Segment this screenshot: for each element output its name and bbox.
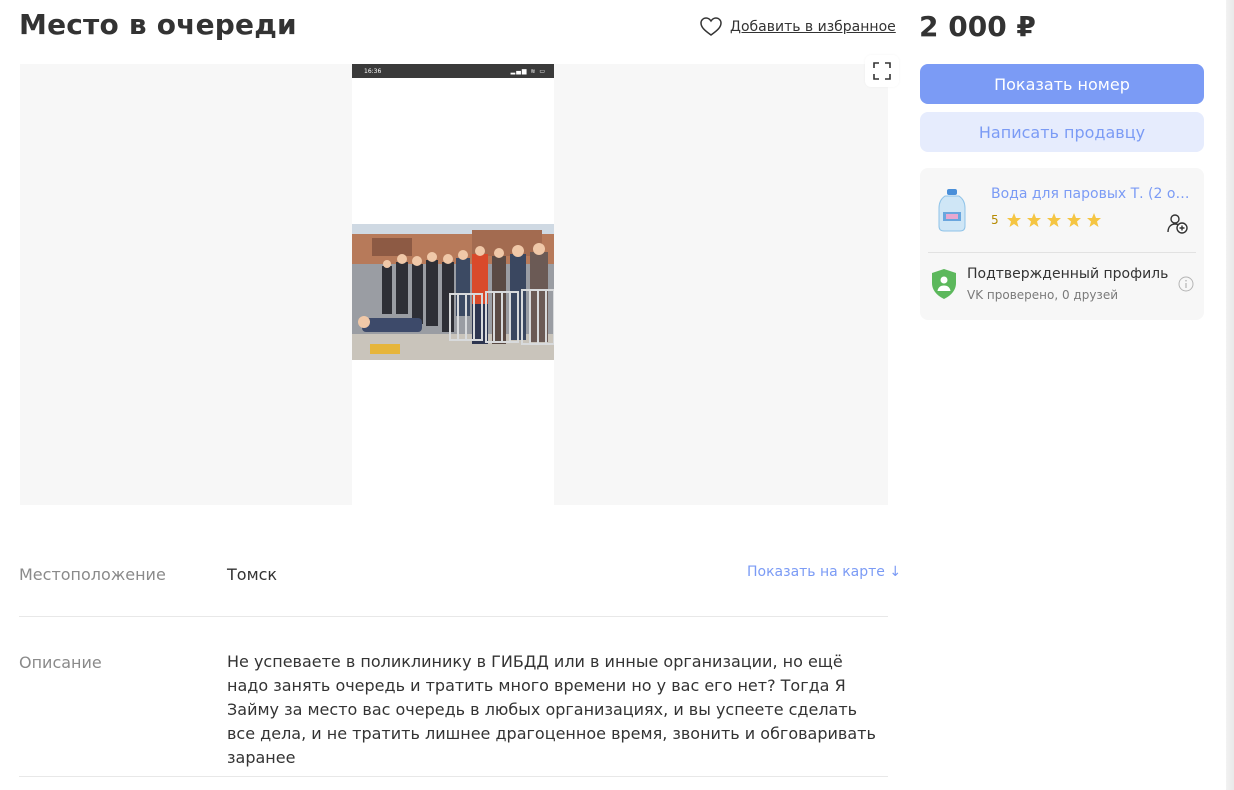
star-icon — [1066, 213, 1081, 227]
seller-card: Вода для паровых Т. (2 объявления) 5 Под… — [920, 168, 1204, 320]
expand-icon — [873, 62, 891, 80]
location-label: Местоположение — [19, 565, 166, 584]
star-icon — [1046, 213, 1061, 227]
verified-shield-icon — [932, 269, 956, 299]
info-icon[interactable] — [1178, 276, 1194, 292]
description-text: Не успеваете в поликлинику в ГИБДД или в… — [227, 652, 876, 767]
show-on-map-link[interactable]: Показать на карте ↓ — [747, 564, 901, 580]
photo-gallery[interactable]: 16:36 ▂▄▆ ≋ ▭ — [20, 64, 888, 505]
add-to-favorites-label: Добавить в избранное — [730, 19, 896, 35]
listing-photo[interactable]: 16:36 ▂▄▆ ≋ ▭ — [352, 64, 554, 505]
card-divider — [928, 252, 1196, 253]
crowd-image — [352, 224, 554, 360]
seller-rating: 5 — [991, 212, 1102, 228]
section-divider — [19, 616, 888, 617]
seller-avatar[interactable] — [936, 188, 968, 232]
add-to-favorites-button[interactable]: Добавить в избранное — [700, 17, 896, 37]
write-seller-button[interactable]: Написать продавцу — [920, 112, 1204, 152]
seller-name-link[interactable]: Вода для паровых Т. (2 объявления) — [991, 186, 1197, 202]
verified-profile-title: Подтвержденный профиль — [967, 266, 1169, 282]
star-icon — [1086, 213, 1101, 227]
star-icon — [1026, 213, 1041, 227]
page-edge — [1226, 0, 1234, 790]
description-label: Описание — [19, 653, 102, 672]
listing-price: 2 000 ₽ — [919, 10, 1036, 43]
location-value: Томск — [227, 565, 278, 584]
heart-icon — [700, 17, 722, 36]
star-icon — [1006, 213, 1021, 227]
phone-time: 16:36 — [364, 67, 382, 75]
crowd-queue-image — [352, 224, 554, 360]
phone-status-bar: 16:36 ▂▄▆ ≋ ▭ — [352, 64, 554, 78]
phone-signal-icons: ▂▄▆ ≋ ▭ — [510, 67, 546, 75]
show-phone-button[interactable]: Показать номер — [920, 64, 1204, 104]
verified-profile-subtitle: VK проверено, 0 друзей — [967, 288, 1118, 302]
rating-value: 5 — [991, 213, 999, 227]
listing-title: Место в очереди — [19, 8, 297, 41]
subscribe-user-icon[interactable] — [1166, 212, 1188, 234]
fullscreen-button[interactable] — [865, 55, 899, 87]
section-divider — [19, 776, 888, 777]
